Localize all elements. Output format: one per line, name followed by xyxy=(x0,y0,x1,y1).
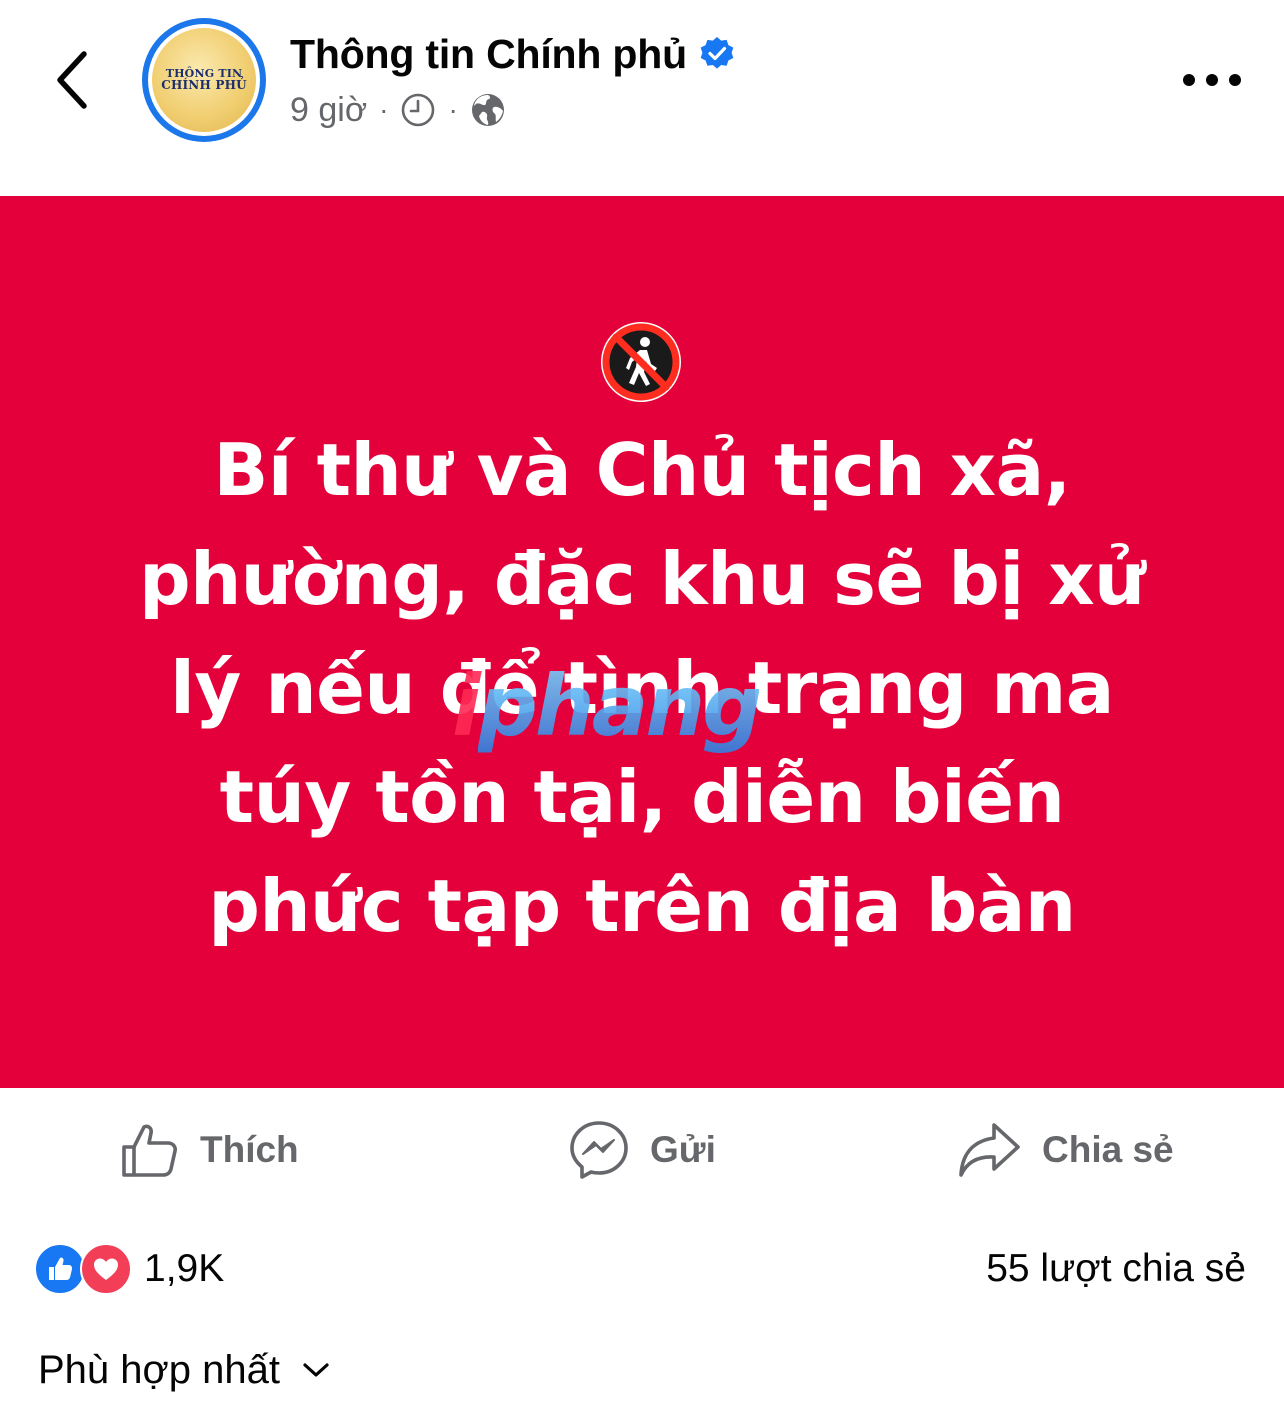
send-button[interactable]: Gửi xyxy=(568,1112,716,1188)
post-header: THÔNG TIN CHÍNH PHỦ Thông tin Chính phủ … xyxy=(0,0,1284,196)
post-action-bar: Thích Gửi Chia sẻ xyxy=(0,1100,1284,1200)
comment-sort-dropdown[interactable]: Phù hợp nhất xyxy=(38,1340,330,1400)
clock-icon xyxy=(400,92,436,128)
page-name[interactable]: Thông tin Chính phủ xyxy=(290,31,687,78)
reaction-count: 1,9K xyxy=(144,1247,225,1290)
like-label: Thích xyxy=(200,1129,299,1170)
post-time[interactable]: 9 giờ xyxy=(290,91,367,130)
post-text-line: túy tồn tại, diễn biến xyxy=(219,755,1065,839)
back-button[interactable] xyxy=(40,44,104,116)
like-button[interactable]: Thích xyxy=(118,1112,299,1188)
post-text-line: phức tạp trên địa bàn xyxy=(208,864,1076,948)
meta-separator: · xyxy=(379,94,389,125)
chevron-down-icon xyxy=(302,1361,330,1379)
more-options-icon xyxy=(1183,74,1241,86)
like-reaction-icon xyxy=(34,1243,86,1295)
post-meta: 9 giờ · · xyxy=(290,86,506,134)
post-text-card[interactable]: Bí thư và Chủ tịch xã, phường, đặc khu s… xyxy=(0,196,1284,1088)
share-count[interactable]: 55 lượt chia sẻ xyxy=(986,1236,1246,1302)
reactions-summary[interactable]: 1,9K xyxy=(34,1236,224,1302)
messenger-icon xyxy=(570,1121,628,1179)
send-label: Gửi xyxy=(650,1129,716,1170)
avatar-logo: THÔNG TIN CHÍNH PHỦ xyxy=(152,28,256,132)
verified-badge-icon xyxy=(699,36,735,72)
more-options-button[interactable] xyxy=(1176,56,1248,104)
love-reaction-icon xyxy=(80,1243,132,1295)
share-arrow-icon xyxy=(959,1123,1020,1177)
watermark-logo: iphang xyxy=(452,657,762,755)
no-pedestrians-icon xyxy=(601,322,681,402)
post-text-line: phường, đặc khu sẽ bị xử xyxy=(139,537,1145,621)
sort-label: Phù hợp nhất xyxy=(38,1347,280,1392)
page-avatar[interactable]: THÔNG TIN CHÍNH PHỦ xyxy=(142,18,266,142)
post-text-line: Bí thư và Chủ tịch xã, xyxy=(213,428,1071,512)
share-button[interactable]: Chia sẻ xyxy=(956,1112,1174,1188)
share-label: Chia sẻ xyxy=(1042,1129,1174,1170)
thumbs-up-icon xyxy=(122,1124,177,1177)
globe-icon xyxy=(470,92,506,128)
back-arrow-icon xyxy=(57,51,87,109)
